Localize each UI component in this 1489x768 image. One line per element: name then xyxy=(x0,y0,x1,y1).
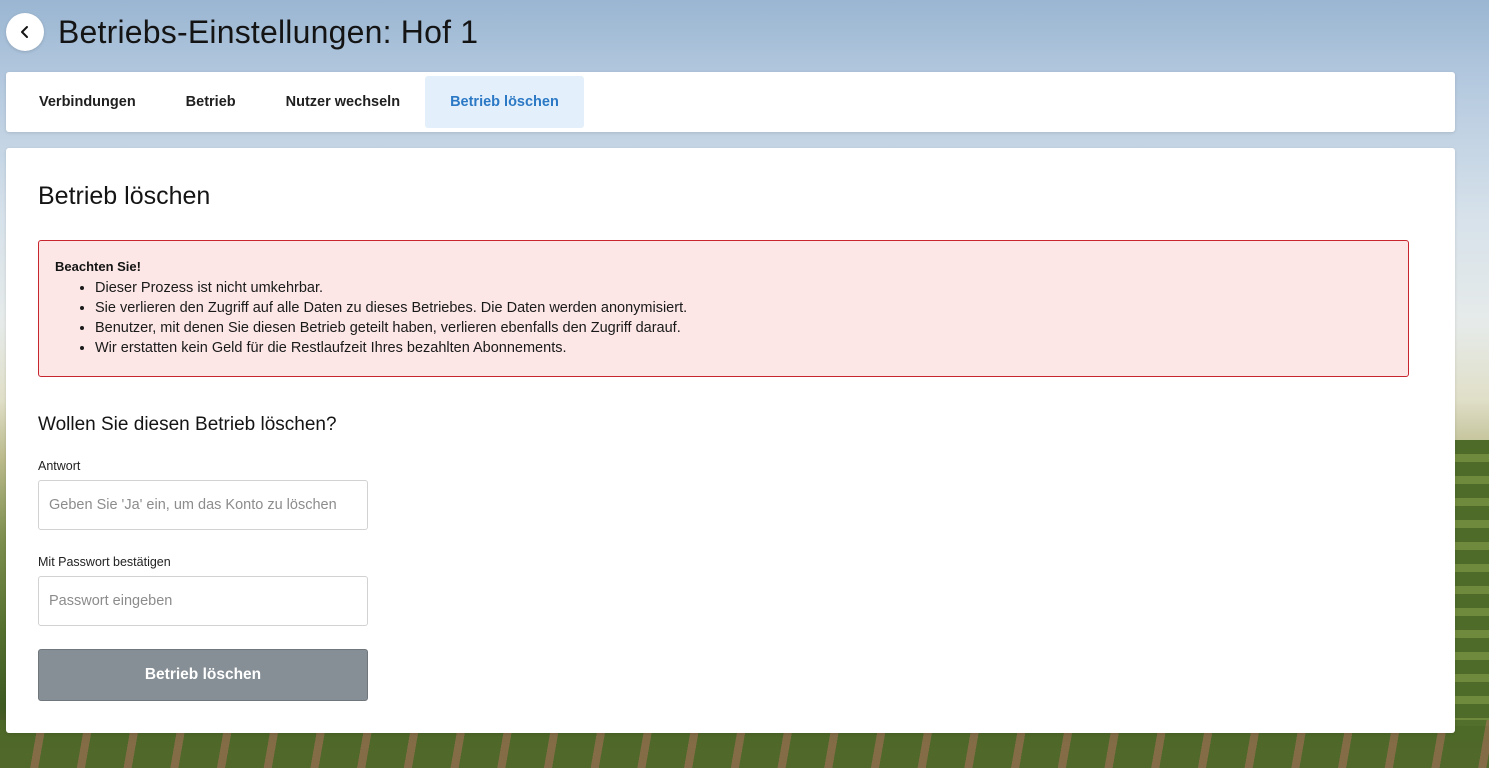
tab-verbindungen[interactable]: Verbindungen xyxy=(14,76,161,128)
delete-farm-card: Betrieb löschen Beachten Sie! Dieser Pro… xyxy=(6,148,1455,733)
password-input[interactable] xyxy=(38,576,368,626)
chevron-left-icon xyxy=(21,26,28,38)
answer-input[interactable] xyxy=(38,480,368,530)
warning-item: Benutzer, mit denen Sie diesen Betrieb g… xyxy=(95,318,1392,338)
delete-farm-button[interactable]: Betrieb löschen xyxy=(38,649,368,701)
page-title: Betriebs-Einstellungen: Hof 1 xyxy=(58,13,479,50)
settings-tabs: Verbindungen Betrieb Nutzer wechseln Bet… xyxy=(6,72,1455,132)
page-header: Betriebs-Einstellungen: Hof 1 xyxy=(6,12,478,52)
warning-list: Dieser Prozess ist nicht umkehrbar. Sie … xyxy=(55,278,1392,358)
answer-label: Antwort xyxy=(38,459,81,473)
section-title: Betrieb löschen xyxy=(38,182,211,210)
warning-alert: Beachten Sie! Dieser Prozess ist nicht u… xyxy=(38,240,1409,377)
tab-betrieb[interactable]: Betrieb xyxy=(161,76,261,128)
confirm-question: Wollen Sie diesen Betrieb löschen? xyxy=(38,414,337,435)
back-button[interactable] xyxy=(6,13,44,51)
tab-nutzer-wechseln[interactable]: Nutzer wechseln xyxy=(261,76,425,128)
warning-title: Beachten Sie! xyxy=(55,259,141,274)
tab-betrieb-loeschen[interactable]: Betrieb löschen xyxy=(425,76,584,128)
password-label: Mit Passwort bestätigen xyxy=(38,555,171,569)
warning-item: Dieser Prozess ist nicht umkehrbar. xyxy=(95,278,1392,298)
warning-item: Sie verlieren den Zugriff auf alle Daten… xyxy=(95,298,1392,318)
warning-item: Wir erstatten kein Geld für die Restlauf… xyxy=(95,338,1392,358)
background-trees xyxy=(1449,440,1489,740)
